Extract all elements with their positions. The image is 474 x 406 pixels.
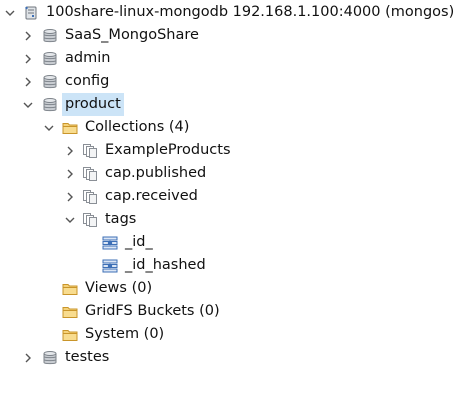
chevron-down-icon[interactable] — [3, 3, 17, 22]
tree-db-saas-mongoshare[interactable]: SaaS_MongoShare — [0, 24, 474, 47]
chevron-down-icon[interactable] — [21, 95, 35, 114]
database-icon — [41, 49, 59, 68]
chevron-right-icon[interactable] — [63, 187, 77, 206]
tree-collection-exampleproducts[interactable]: ExampleProducts — [0, 139, 474, 162]
collection-label: tags — [105, 211, 137, 227]
collection-label: ExampleProducts — [105, 142, 231, 158]
db-label-selected: product — [62, 93, 124, 116]
db-label: testes — [65, 349, 110, 365]
folder-icon — [61, 279, 79, 298]
tree-db-admin[interactable]: admin — [0, 47, 474, 70]
db-label: config — [65, 73, 110, 89]
collection-icon — [81, 141, 99, 160]
tree-root-server[interactable]: 100share-linux-mongodb 192.168.1.100:400… — [0, 1, 474, 24]
chevron-right-icon[interactable] — [21, 72, 35, 91]
chevron-right-icon[interactable] — [63, 141, 77, 160]
server-icon — [22, 3, 40, 22]
chevron-right-icon[interactable] — [21, 26, 35, 45]
gridfs-folder-label: GridFS Buckets (0) — [85, 303, 220, 319]
db-label: admin — [65, 50, 111, 66]
chevron-down-icon[interactable] — [42, 118, 56, 137]
tree-db-testes[interactable]: testes — [0, 346, 474, 369]
database-icon — [41, 95, 59, 114]
collection-icon — [81, 210, 99, 229]
chevron-right-icon[interactable] — [21, 348, 35, 367]
tree-folder-system[interactable]: System (0) — [0, 323, 474, 346]
tree-index-id-hashed[interactable]: _id_hashed — [0, 254, 474, 277]
database-icon — [41, 26, 59, 45]
folder-icon — [61, 325, 79, 344]
collection-icon — [81, 164, 99, 183]
index-icon — [101, 233, 119, 252]
views-folder-label: Views (0) — [85, 280, 153, 296]
collections-folder-label: Collections (4) — [85, 119, 190, 135]
tree-folder-gridfs[interactable]: GridFS Buckets (0) — [0, 300, 474, 323]
chevron-down-icon[interactable] — [63, 210, 77, 229]
tree-index-id[interactable]: _id_ — [0, 231, 474, 254]
database-icon — [41, 348, 59, 367]
tree-collection-tags[interactable]: tags — [0, 208, 474, 231]
index-label: _id_ — [125, 234, 153, 250]
tree-collection-cap-received[interactable]: cap.received — [0, 185, 474, 208]
chevron-right-icon[interactable] — [21, 49, 35, 68]
folder-icon — [61, 118, 79, 137]
collection-label: cap.received — [105, 188, 198, 204]
tree-db-product[interactable]: product — [0, 93, 474, 116]
index-label: _id_hashed — [125, 257, 206, 273]
tree-db-config[interactable]: config — [0, 70, 474, 93]
collection-icon — [81, 187, 99, 206]
tree-folder-views[interactable]: Views (0) — [0, 277, 474, 300]
tree-folder-collections[interactable]: Collections (4) — [0, 116, 474, 139]
database-icon — [41, 72, 59, 91]
index-icon — [101, 256, 119, 275]
db-label: SaaS_MongoShare — [65, 27, 199, 43]
tree-collection-cap-published[interactable]: cap.published — [0, 162, 474, 185]
root-server-label: 100share-linux-mongodb 192.168.1.100:400… — [46, 4, 455, 20]
system-folder-label: System (0) — [85, 326, 165, 342]
collection-label: cap.published — [105, 165, 207, 181]
folder-icon — [61, 302, 79, 321]
chevron-right-icon[interactable] — [63, 164, 77, 183]
